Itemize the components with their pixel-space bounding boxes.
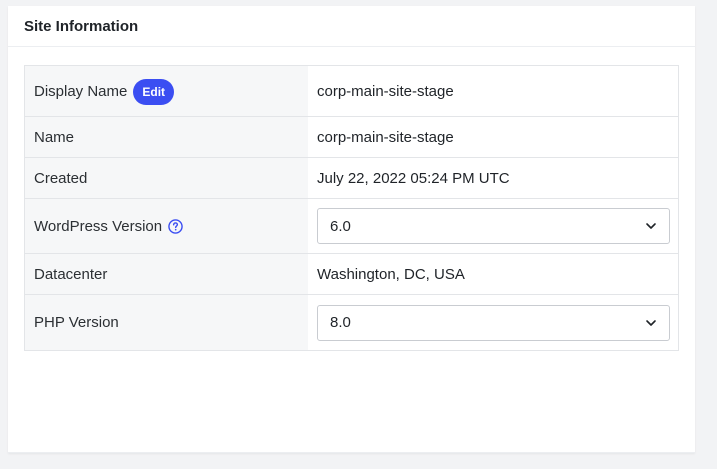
php-version-value-cell: 8.0 [309, 295, 678, 350]
chevron-down-icon [646, 223, 656, 229]
datacenter-label-cell: Datacenter [25, 254, 309, 294]
php-version-selected: 8.0 [330, 314, 351, 331]
datacenter-value: Washington, DC, USA [317, 265, 465, 283]
question-circle-icon[interactable] [168, 218, 183, 234]
wordpress-version-select[interactable]: 6.0 [317, 208, 670, 244]
card-header: Site Information [8, 6, 695, 47]
site-info-table: Display Name Edit corp-main-site-stage N… [24, 65, 679, 351]
table-row-created: Created July 22, 2022 05:24 PM UTC [25, 158, 678, 199]
name-label-cell: Name [25, 117, 309, 157]
php-version-label-cell: PHP Version [25, 295, 309, 350]
php-version-label: PHP Version [34, 314, 119, 331]
display-name-label: Display Name [34, 82, 128, 100]
site-information-card: Site Information Display Name Edit corp-… [8, 6, 695, 453]
edit-display-name-button[interactable]: Edit [133, 79, 175, 105]
chevron-down-icon [646, 319, 656, 326]
php-version-select[interactable]: 8.0 [317, 304, 670, 341]
wordpress-version-selected: 6.0 [330, 217, 351, 235]
datacenter-value-cell: Washington, DC, USA [309, 254, 678, 294]
created-value: July 22, 2022 05:24 PM UTC [317, 169, 510, 187]
datacenter-label: Datacenter [34, 265, 108, 283]
display-name-label-cell: Display Name Edit [25, 66, 309, 116]
table-row-name: Name corp-main-site-stage [25, 117, 678, 158]
card-footer-divider [8, 452, 695, 453]
table-row-display-name: Display Name Edit corp-main-site-stage [25, 66, 678, 117]
created-value-cell: July 22, 2022 05:24 PM UTC [309, 158, 678, 198]
name-label: Name [34, 128, 75, 146]
name-value-cell: corp-main-site-stage [309, 117, 678, 157]
table-row-php-version: PHP Version 8.0 [25, 295, 678, 350]
wordpress-version-label: WordPress Version [34, 217, 163, 235]
table-row-wordpress-version: WordPress Version 6.0 [25, 199, 678, 254]
created-label-cell: Created [25, 158, 309, 198]
table-row-datacenter: Datacenter Washington, DC, USA [25, 254, 678, 295]
wordpress-version-value-cell: 6.0 [309, 199, 678, 253]
name-value: corp-main-site-stage [317, 128, 454, 146]
display-name-value: corp-main-site-stage [317, 82, 454, 100]
wordpress-version-label-cell: WordPress Version [25, 199, 309, 253]
display-name-value-cell: corp-main-site-stage [309, 66, 678, 116]
created-label: Created [34, 169, 88, 187]
card-title: Site Information [24, 17, 139, 35]
